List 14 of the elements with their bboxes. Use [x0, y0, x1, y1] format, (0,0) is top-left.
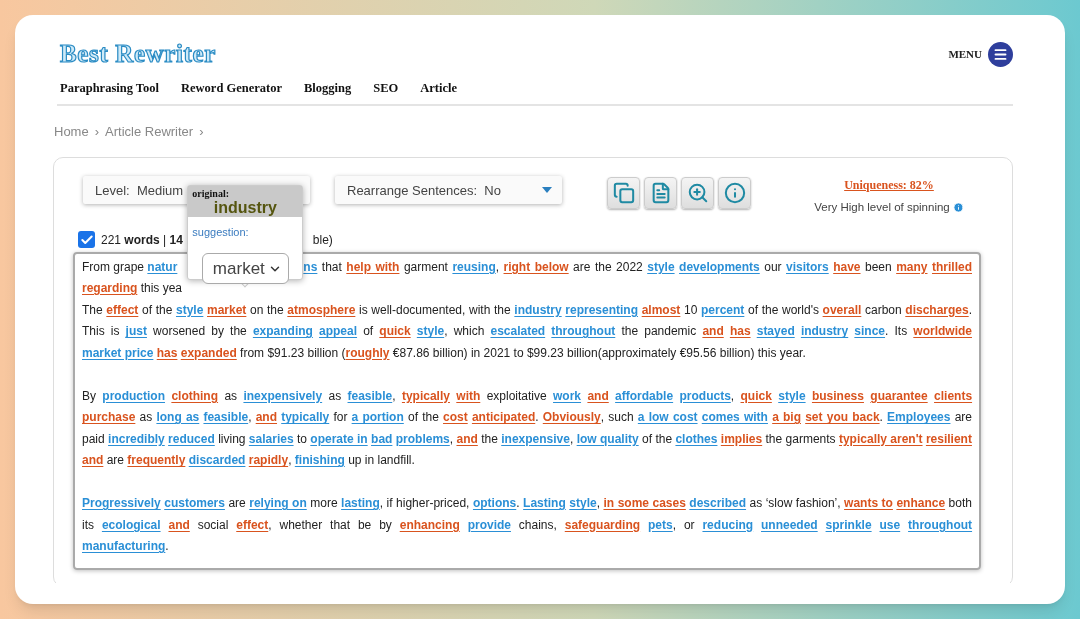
breadcrumb-separator: ›	[94, 122, 100, 141]
article-paragraph: Progressively customers are relying on more lasting, if higher-priced, options. Lasting style, in some cases described as ‘slow fashion’, wants to enhance both its ecological and social effect, whether that be by enhancing provide chains, safeguarding pets, or reducing unneeded sprinkle use throughout manufacturing.	[82, 495, 972, 555]
article-text: From grape natur	[82, 258, 178, 276]
article-text: regarding this yea	[82, 280, 183, 297]
article-paragraph: The effect of the style market on the atmosphere is well-documented, with the industry representing almost 10 percent of the world's overall carbon discharges. This is just worsened by the expanding appeal of quick style, which escalated throughout the pandemic and has stayed industry since. Its worldwide market price has expanded from $91.23 billion (roughly €87.86 billion) in 2021 to $99.23 billion(approximately €95.56 billion) this year.	[82, 301, 972, 362]
word-count-text: 221 words | 14	[101, 231, 183, 249]
original-label: original:	[192, 187, 231, 199]
article-paragraph: By production clothing as inexpensively as feasible, typically with exploitative work and affordable products, quick style business guarantee clients purchase as long as feasible, and typically for a portion of the cost anticipated. Obviously, such a low cost comes with a big set you back. Employees are paid incredibly reduced living salaries to operate in bad problems, and the inexpensive, low quality of the clothes implies the garments typically aren't resilient and are frequently discarded rapidly, finishing up in landfill.	[82, 387, 972, 469]
suggestion-label: suggestion:	[191, 224, 250, 240]
word-count-text: ble)	[312, 231, 333, 249]
spinning-level-text: Very High level of spinning	[814, 200, 950, 216]
article-text: ns that help with garment reusing, right below are the 2022 style developments our visitors have been many thrilled	[303, 258, 972, 276]
original-word: industry	[213, 198, 278, 216]
breadcrumb-separator: ›	[199, 122, 204, 141]
